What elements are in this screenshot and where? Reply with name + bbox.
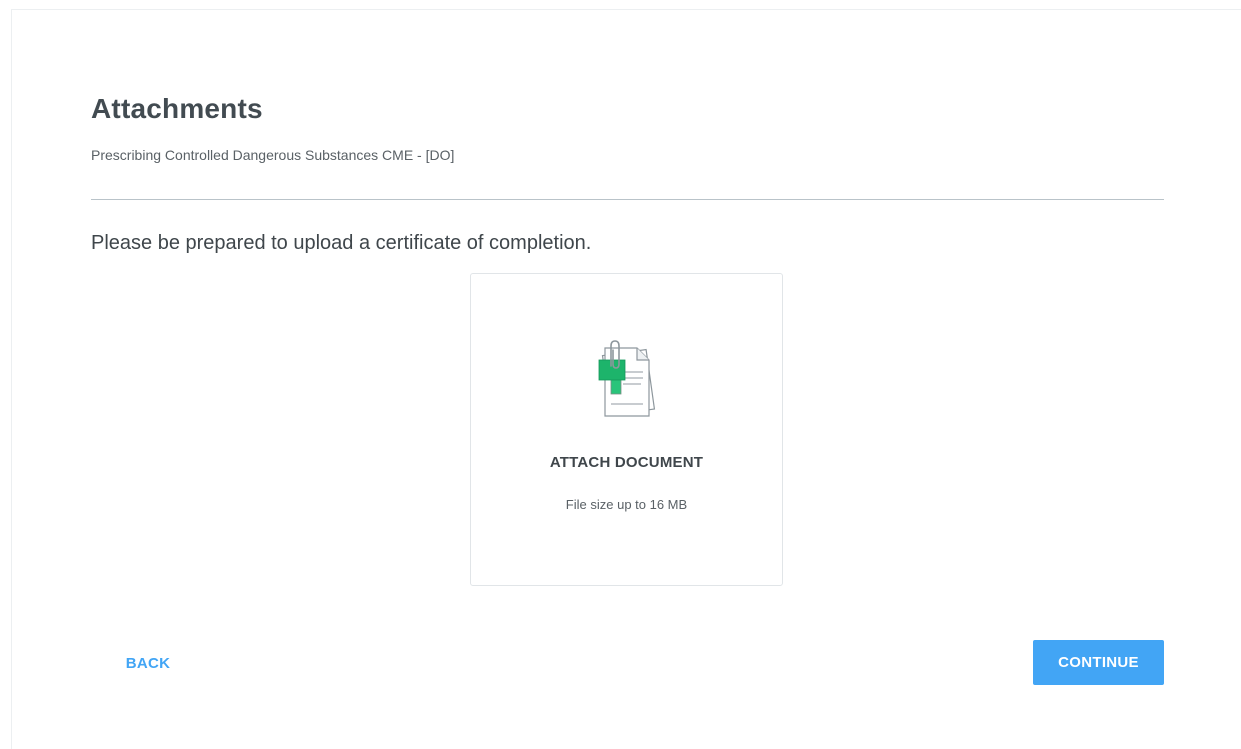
header-divider — [91, 199, 1164, 200]
attach-document-label: ATTACH DOCUMENT — [549, 454, 704, 471]
file-size-hint: File size up to 16 MB — [565, 497, 688, 512]
document-attachment-icon — [598, 340, 656, 417]
page-title: Attachments — [91, 93, 263, 124]
upload-instruction: Please be prepared to upload a certifica… — [91, 232, 592, 254]
continue-button[interactable]: CONTINUE — [1033, 640, 1164, 685]
back-button[interactable]: BACK — [110, 641, 186, 685]
attach-document-dropzone[interactable]: ATTACH DOCUMENT File size up to 16 MB — [470, 273, 783, 586]
page-subtitle: Prescribing Controlled Dangerous Substan… — [91, 147, 455, 163]
